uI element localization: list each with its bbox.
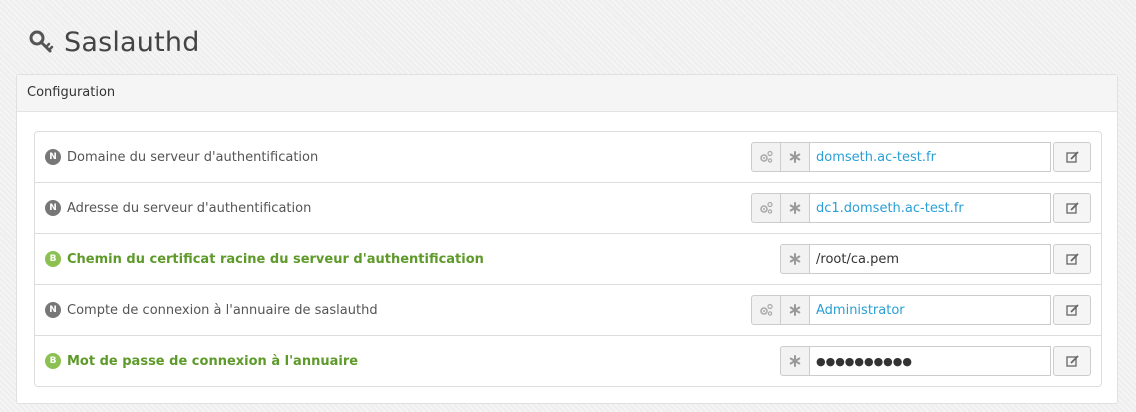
- edit-icon: [1065, 201, 1079, 214]
- gears-icon: [751, 193, 781, 223]
- field-controls: Administrator: [751, 295, 1091, 325]
- mode-badge: B: [45, 251, 61, 267]
- field-controls: /root/ca.pem: [780, 244, 1091, 274]
- edit-button[interactable]: [1053, 346, 1091, 376]
- variable-label: Compte de connexion à l'annuaire de sasl…: [67, 302, 378, 318]
- page-title: Saslauthd: [64, 26, 200, 58]
- list-item: B Mot de passe de connexion à l'annuaire…: [35, 335, 1101, 386]
- value-field[interactable]: Administrator: [809, 295, 1051, 325]
- variable-label: Mot de passe de connexion à l'annuaire: [67, 353, 359, 369]
- configuration-panel: Configuration N Domaine du serveur d'aut…: [16, 74, 1118, 404]
- panel-heading: Configuration: [17, 75, 1117, 112]
- variable-label: Domaine du serveur d'authentification: [67, 149, 319, 165]
- password-field[interactable]: ●●●●●●●●●●: [809, 346, 1051, 376]
- edit-icon: [1065, 303, 1079, 316]
- field-controls: domseth.ac-test.fr: [751, 142, 1091, 172]
- edit-icon: [1065, 252, 1079, 265]
- mode-badge: N: [45, 149, 61, 165]
- gears-icon: [751, 295, 781, 325]
- gears-icon: [751, 142, 781, 172]
- key-icon: [29, 30, 54, 53]
- asterisk-icon: [780, 244, 810, 274]
- edit-button[interactable]: [1053, 244, 1091, 274]
- asterisk-icon: [780, 346, 810, 376]
- list-item: N Domaine du serveur d'authentification …: [35, 132, 1101, 182]
- variable-label: Chemin du certificat racine du serveur d…: [67, 251, 484, 267]
- list-item: N Adresse du serveur d'authentification …: [35, 182, 1101, 233]
- value-field[interactable]: domseth.ac-test.fr: [809, 142, 1051, 172]
- edit-button[interactable]: [1053, 193, 1091, 223]
- asterisk-icon: [780, 295, 810, 325]
- field-controls: dc1.domseth.ac-test.fr: [751, 193, 1091, 223]
- list-item: N Compte de connexion à l'annuaire de sa…: [35, 284, 1101, 335]
- edit-icon: [1065, 354, 1079, 367]
- value-field[interactable]: dc1.domseth.ac-test.fr: [809, 193, 1051, 223]
- edit-button[interactable]: [1053, 142, 1091, 172]
- edit-icon: [1065, 150, 1079, 163]
- edit-button[interactable]: [1053, 295, 1091, 325]
- field-controls: ●●●●●●●●●●: [780, 346, 1091, 376]
- page: Saslauthd Configuration N Domaine du ser…: [12, 10, 1122, 404]
- variable-label: Adresse du serveur d'authentification: [67, 200, 312, 216]
- asterisk-icon: [780, 142, 810, 172]
- asterisk-icon: [780, 193, 810, 223]
- page-header: Saslauthd: [12, 10, 1122, 74]
- mode-badge: N: [45, 302, 61, 318]
- variable-list: N Domaine du serveur d'authentification …: [34, 131, 1102, 387]
- mode-badge: N: [45, 200, 61, 216]
- value-field[interactable]: /root/ca.pem: [809, 244, 1051, 274]
- mode-badge: B: [45, 353, 61, 369]
- list-item: B Chemin du certificat racine du serveur…: [35, 233, 1101, 284]
